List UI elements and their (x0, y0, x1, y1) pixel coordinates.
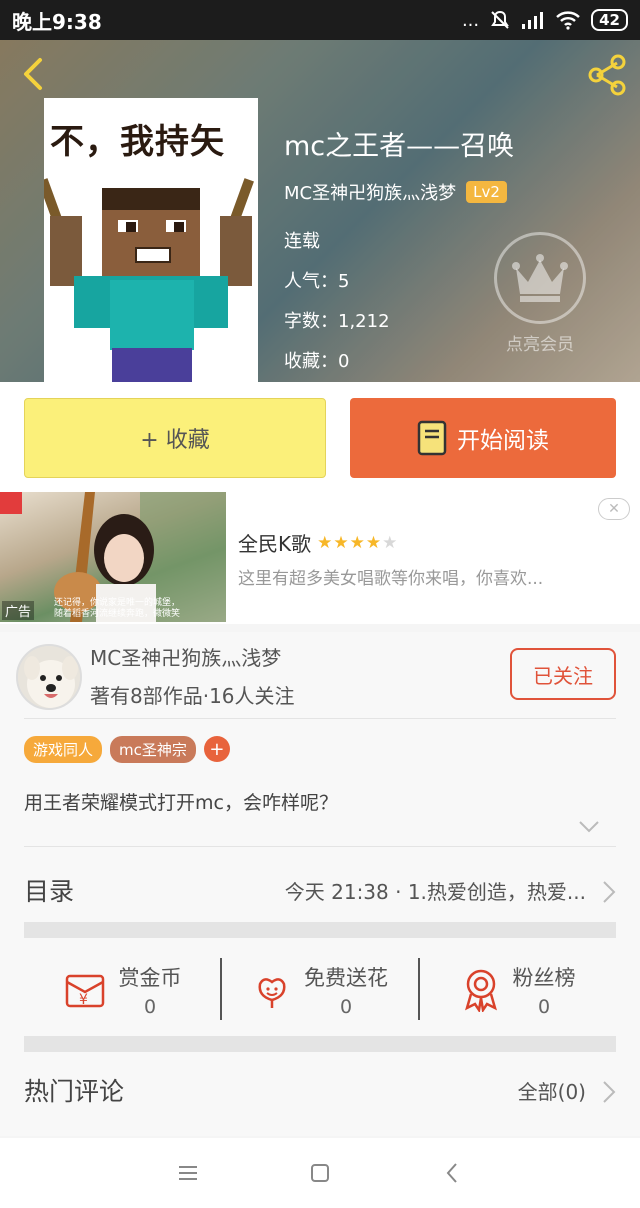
divider (24, 718, 616, 719)
book-info: mc之王者——召唤 MC圣神卍狗族灬浅梦 Lv2 连载 人气：5 字数：1,21… (284, 124, 514, 382)
home-button[interactable] (305, 1158, 335, 1188)
star-icon: ★ (349, 532, 366, 553)
share-button[interactable] (584, 52, 630, 98)
tag-mc-sect[interactable]: mc圣神宗 (110, 736, 196, 763)
back-triangle-icon (446, 1163, 457, 1183)
gift-text: 免费送花 0 (304, 962, 388, 1018)
avatar[interactable] (16, 644, 82, 710)
author-name[interactable]: MC圣神卍狗族灬浅梦 (284, 179, 456, 205)
coin-envelope-icon: ¥ (65, 974, 104, 1008)
star-icon: ★ (365, 532, 383, 553)
wifi-icon (556, 11, 580, 30)
chevron-right-icon (603, 881, 616, 903)
crown-icon (512, 254, 568, 302)
rating-stars: ★★★★★ (317, 533, 398, 553)
gift-text: 粉丝榜 0 (513, 962, 576, 1018)
more-dots-icon: ... (461, 9, 480, 31)
author-section: MC圣神卍狗族灬浅梦 著有8部作品·16人关注 已关注 游戏同人 mc圣神宗 +… (0, 632, 640, 1136)
vip-label: 点亮会员 (506, 335, 574, 355)
star-icon: ★ (333, 532, 350, 553)
battery-indicator: 42 (591, 9, 628, 31)
section-separator (24, 1036, 616, 1052)
add-tag-button[interactable]: + (203, 736, 230, 762)
ad-image[interactable]: 广告 还记得，你说家是唯一的城堡， 随着稻香河流继续奔跑，微微笑 (0, 492, 226, 622)
serial-status: 连载 (284, 231, 320, 252)
home-square-icon (311, 1164, 329, 1182)
svg-text:¥: ¥ (79, 992, 88, 1008)
popularity-count: 人气：5 (284, 271, 350, 292)
author-stats: 著有8部作品·16人关注 (90, 684, 295, 708)
divider (24, 846, 616, 847)
gift-text: 赏金币 0 (119, 962, 182, 1018)
section-separator (24, 922, 616, 938)
minecraft-character-illustration (44, 178, 254, 382)
gift-label: 粉丝榜 (512, 966, 576, 990)
start-reading-label: 开始阅读 (457, 428, 549, 454)
gift-actions: ¥ 赏金币 0 免费送花 0 粉丝榜 0 (24, 948, 616, 1032)
hot-comments-row[interactable]: 热门评论 全部(0) (24, 1066, 616, 1122)
level-badge: Lv2 (466, 181, 507, 203)
toc-latest-chapter: 今天 21:38 · 1.热爱创造，热爱... (284, 880, 586, 904)
star-empty-icon: ★ (382, 532, 399, 553)
follow-button[interactable]: 已关注 (510, 648, 616, 700)
gift-label: 免费送花 (304, 966, 388, 990)
ad-subtitles: 还记得，你说家是唯一的城堡， 随着稻香河流继续奔跑，微微笑 (52, 598, 182, 620)
share-icon (588, 54, 626, 96)
ad-title[interactable]: 全民K歌 ★★★★★ (238, 528, 398, 557)
chevron-right-icon (603, 1081, 616, 1103)
action-bar: + 收藏 开始阅读 (0, 382, 640, 492)
ribbon-award-icon (464, 969, 497, 1012)
status-bar: 晚上9:38 ... 42 (0, 0, 640, 40)
word-count: 字数：1,212 (284, 311, 390, 332)
ad-description: 这里有超多美女唱歌等你来唱，你喜欢... (238, 569, 544, 589)
close-icon: ✕ (608, 501, 620, 517)
status-icons: ... 42 (462, 9, 628, 31)
ad-close-button[interactable]: ✕ (598, 498, 630, 520)
send-flower-button[interactable]: 免费送花 0 (222, 948, 418, 1032)
fan-ranking-button[interactable]: 粉丝榜 0 (420, 948, 616, 1032)
menu-icon (179, 1166, 197, 1180)
book-icon (417, 420, 447, 456)
book-description: 用王者荣耀模式打开mc，会咋样呢？ (24, 792, 338, 814)
chevron-down-icon[interactable] (578, 820, 600, 834)
back-arrow-icon (24, 58, 42, 90)
cell-signal-icon (522, 12, 544, 29)
ad-tag: 广告 (2, 601, 35, 620)
collect-button[interactable]: + 收藏 (24, 398, 326, 478)
star-icon: ★ (317, 532, 334, 553)
book-header: 不，我持矢 mc之王者——召唤 MC圣神卍狗族灬浅梦 Lv2 连载 人气：5 字… (0, 40, 640, 382)
ad-banner[interactable]: 广告 还记得，你说家是唯一的城堡， 随着稻香河流继续奔跑，微微笑 全民K歌 ★★… (0, 492, 640, 624)
gift-count: 0 (339, 996, 353, 1018)
author-name[interactable]: MC圣神卍狗族灬浅梦 (90, 642, 281, 671)
toc-label: 目录 (24, 877, 75, 906)
vip-circle (494, 232, 586, 324)
hot-comments-label: 热门评论 (24, 1077, 125, 1106)
gift-count: 0 (143, 996, 157, 1018)
book-title: mc之王者——召唤 (284, 131, 515, 162)
ad-app-name: 全民K歌 (238, 532, 312, 556)
favorites-count: 收藏：0 (284, 351, 350, 372)
author-line[interactable]: MC圣神卍狗族灬浅梦 Lv2 (284, 179, 514, 205)
vip-badge[interactable]: 点亮会员 (494, 232, 586, 355)
menu-button[interactable] (173, 1158, 203, 1188)
flower-icon (258, 978, 286, 1008)
dog-avatar-illustration (18, 646, 80, 708)
book-cover[interactable]: 不，我持矢 (44, 98, 258, 382)
reward-coins-button[interactable]: ¥ 赏金币 0 (24, 948, 220, 1032)
gift-label: 赏金币 (118, 966, 182, 990)
system-nav-bar (0, 1138, 640, 1208)
ad-subtitle-line: 随着稻香河流继续奔跑，微微笑 (53, 609, 180, 619)
back-button[interactable] (14, 54, 54, 94)
mute-bell-icon (491, 10, 509, 29)
gift-count: 0 (537, 996, 551, 1018)
ad-subtitle-line: 还记得，你说家是唯一的城堡， (53, 598, 180, 608)
start-reading-button[interactable]: 开始阅读 (350, 398, 616, 478)
tag-game-fanfic[interactable]: 游戏同人 (24, 736, 103, 763)
all-comments-link[interactable]: 全部(0) (518, 1076, 586, 1105)
back-nav-button[interactable] (437, 1158, 467, 1188)
tag-list: 游戏同人 mc圣神宗 + (24, 736, 230, 763)
status-time: 晚上9:38 (12, 9, 102, 34)
